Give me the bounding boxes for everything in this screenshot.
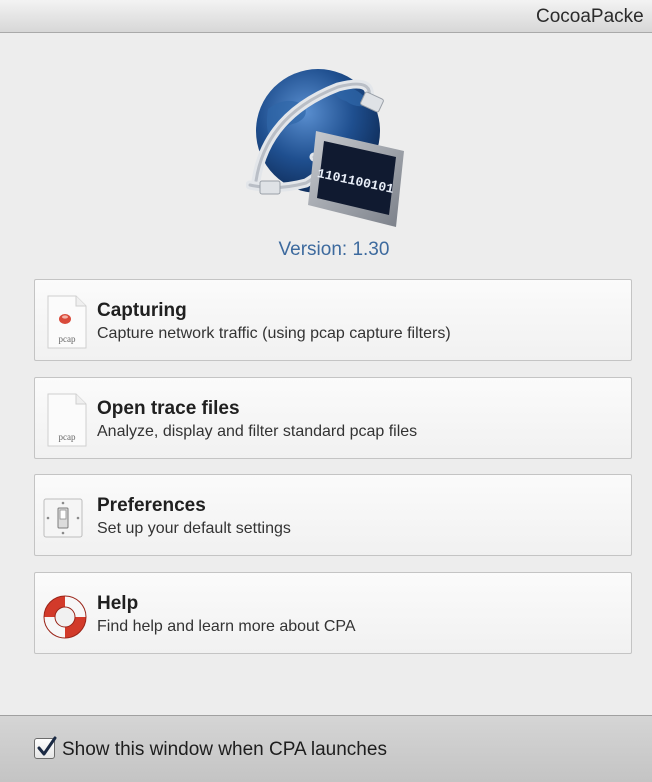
welcome-content: 1101100101 Version: 1.30 pcap Capturing … xyxy=(0,33,652,715)
cocoapacketanalyzer-welcome-window: CocoaPacke 1101100101 Version: 1.30 pcap… xyxy=(0,0,652,782)
capturing-title: Capturing xyxy=(97,300,187,321)
help-button[interactable]: Help Find help and learn more about CPA xyxy=(34,572,632,654)
capturing-button[interactable]: pcap Capturing Capture network traffic (… xyxy=(34,279,632,361)
pcap-icon-label: pcap xyxy=(59,334,76,344)
help-title: Help xyxy=(97,593,139,614)
show-on-launch-label[interactable]: Show this window when CPA launches xyxy=(62,739,387,761)
window-title: CocoaPacke xyxy=(536,6,644,27)
lifebuoy-icon xyxy=(40,587,92,643)
open-trace-files-title: Open trace files xyxy=(97,398,240,419)
globe-monitor-network-icon: 1101100101 xyxy=(245,65,416,227)
capturing-description: Capture network traffic (using pcap capt… xyxy=(97,325,451,342)
preferences-description: Set up your default settings xyxy=(97,520,291,537)
preferences-title: Preferences xyxy=(97,495,206,516)
title-bar[interactable]: CocoaPacke xyxy=(0,0,652,33)
pcap-capture-document-icon: pcap xyxy=(40,294,92,350)
open-trace-files-description: Analyze, display and filter standard pca… xyxy=(97,423,418,440)
checkmark-icon xyxy=(37,736,57,756)
show-on-launch-checkbox[interactable] xyxy=(34,736,57,759)
open-trace-files-button[interactable]: pcap Open trace files Analyze, display a… xyxy=(34,377,632,459)
light-switch-icon xyxy=(40,489,92,545)
pcap-icon-label: pcap xyxy=(59,432,76,442)
pcap-document-icon: pcap xyxy=(40,392,92,448)
version-label: Version: 1.30 xyxy=(278,239,390,260)
preferences-button[interactable]: Preferences Set up your default settings xyxy=(34,474,632,556)
help-description: Find help and learn more about CPA xyxy=(97,618,356,635)
footer-bar: Show this window when CPA launches xyxy=(0,715,652,782)
